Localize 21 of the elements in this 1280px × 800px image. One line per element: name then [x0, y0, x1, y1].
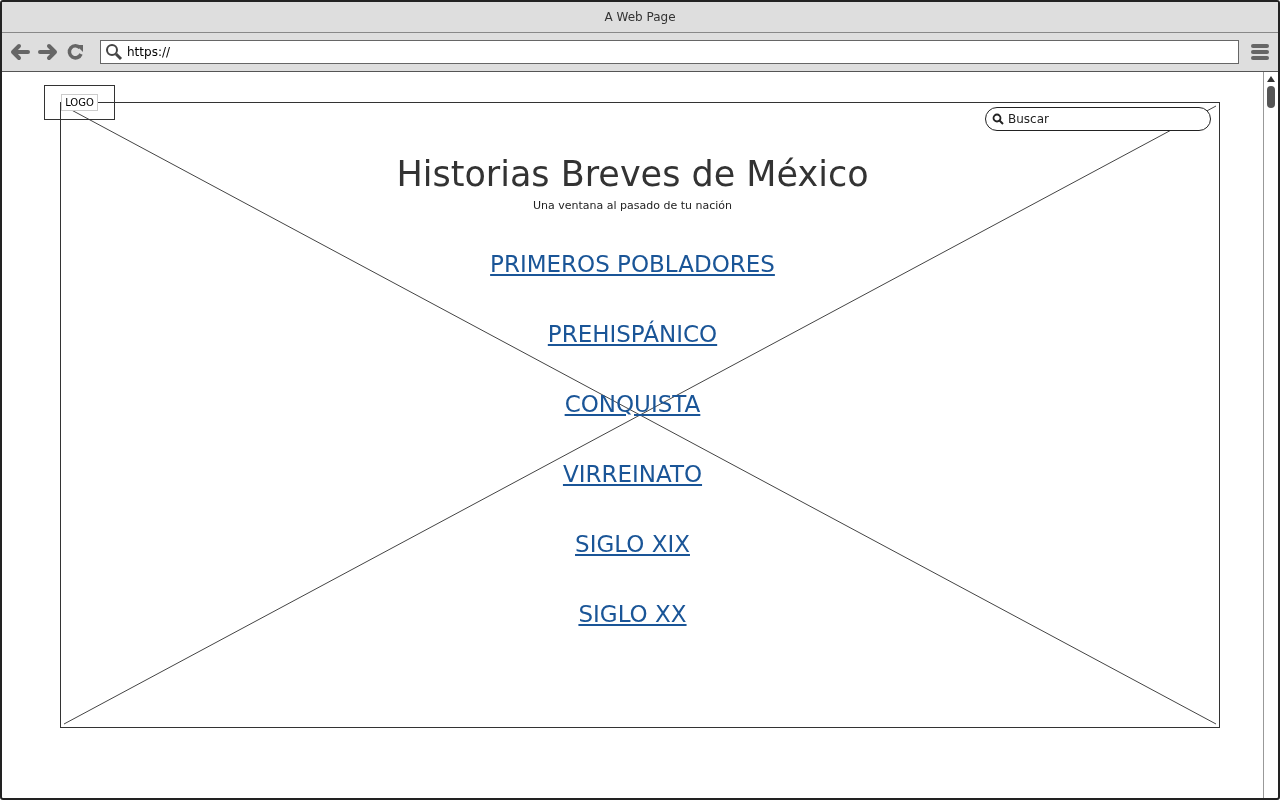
reload-icon[interactable] [66, 43, 84, 61]
window-title: A Web Page [604, 10, 676, 24]
scrollbar[interactable] [1263, 72, 1278, 798]
logo-text: LOGO [61, 94, 98, 111]
page-heading: Historias Breves de México [396, 153, 869, 196]
page-subtitle: Una ventana al pasado de tu nación [533, 199, 732, 212]
section-link[interactable]: PREHISPÁNICO [547, 319, 718, 349]
search-icon [105, 43, 123, 61]
section-link[interactable]: SIGLO XX [578, 599, 687, 629]
search-icon [992, 113, 1004, 125]
section-link[interactable]: PRIMEROS POBLADORES [490, 249, 775, 279]
section-link[interactable]: VIRREINATO [562, 459, 703, 489]
back-icon[interactable] [10, 43, 30, 61]
address-bar[interactable]: https:// [100, 40, 1239, 64]
search-field[interactable]: Buscar [985, 107, 1211, 131]
scroll-thumb[interactable] [1267, 86, 1275, 108]
section-link[interactable]: SIGLO XIX [575, 529, 690, 559]
forward-icon[interactable] [38, 43, 58, 61]
menu-icon[interactable] [1251, 44, 1269, 60]
url-text: https:// [127, 45, 170, 59]
scroll-up-icon[interactable] [1267, 76, 1275, 82]
